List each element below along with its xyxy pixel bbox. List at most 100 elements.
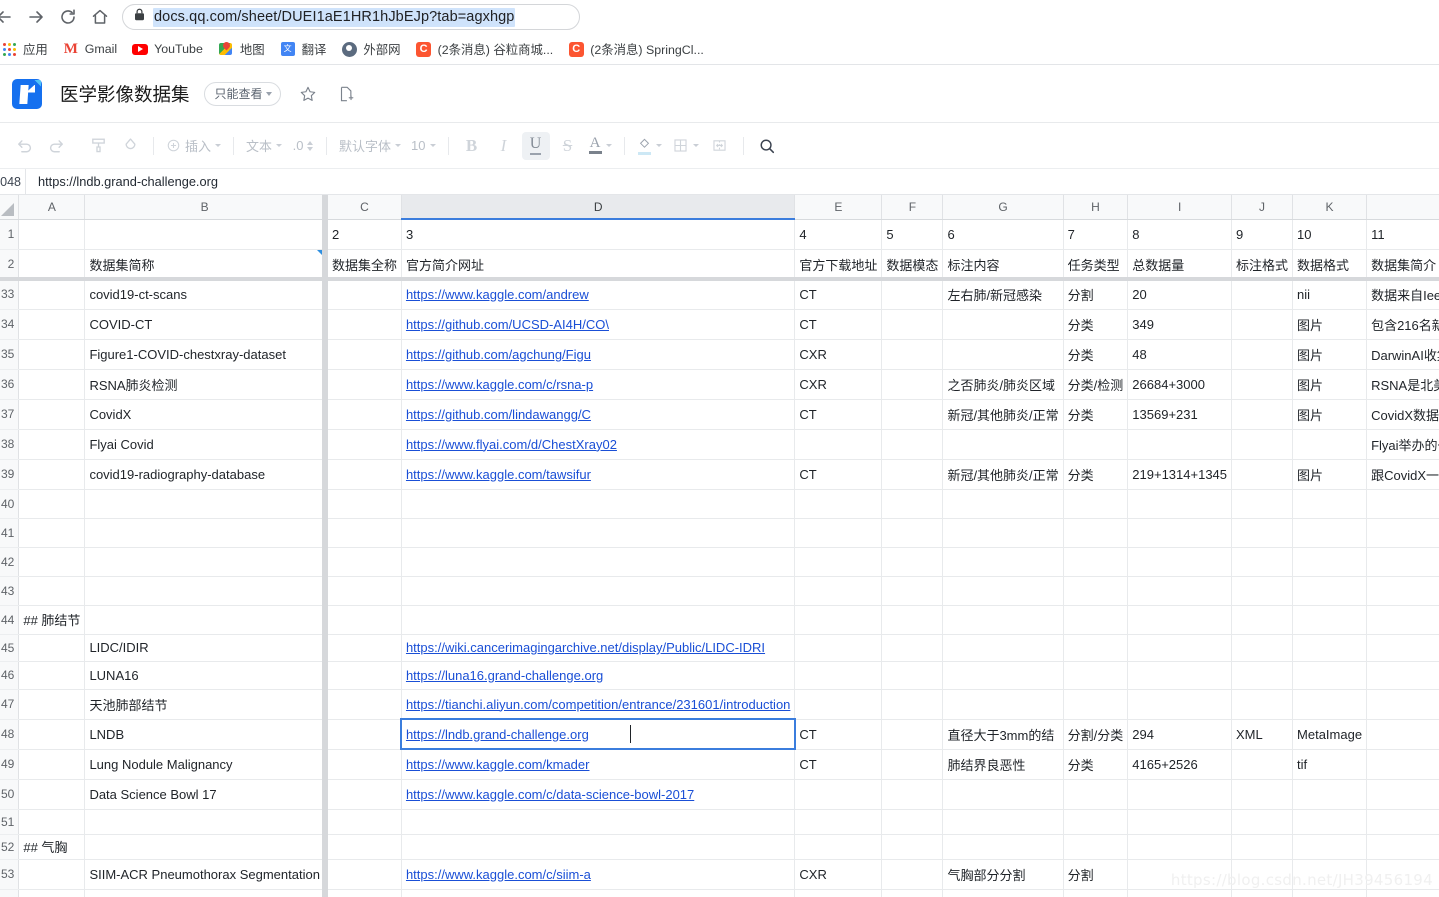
grid-cell-B47[interactable]: 天池肺部结节 <box>84 689 328 720</box>
grid-cell-C52[interactable] <box>325 834 402 860</box>
grid-cell-E54[interactable] <box>794 889 883 897</box>
grid-cell-B40[interactable] <box>84 489 328 519</box>
cell-link[interactable]: https://lndb.grand-challenge.org <box>406 727 589 742</box>
grid-cell-D46[interactable]: https://luna16.grand-challenge.org <box>401 661 796 690</box>
grid-cell-A35[interactable] <box>18 339 86 370</box>
grid-cell-C2[interactable]: 数据集全称 <box>325 249 402 280</box>
grid-cell-E52[interactable] <box>794 834 883 860</box>
grid-cell-D53[interactable]: https://www.kaggle.com/c/siim-a <box>401 859 796 890</box>
grid-cell-K2[interactable]: 数据格式 <box>1292 249 1368 280</box>
grid-cell-B2[interactable]: 数据集简称 <box>84 249 328 280</box>
column-header-D[interactable]: D <box>401 195 796 220</box>
grid-cell-A33[interactable] <box>18 279 86 310</box>
grid-cell-L54[interactable] <box>1366 889 1439 897</box>
grid-cell-K36[interactable]: 图片 <box>1292 369 1368 400</box>
grid-cell-G41[interactable] <box>942 518 1064 548</box>
grid-cell-F50[interactable] <box>881 779 944 810</box>
grid-cell-I45[interactable] <box>1127 634 1233 662</box>
grid-cell-A51[interactable] <box>18 809 86 835</box>
grid-cell-H51[interactable] <box>1063 809 1129 835</box>
grid-cell-F54[interactable] <box>881 889 944 897</box>
grid-cell-K39[interactable]: 图片 <box>1292 459 1368 490</box>
grid-cell-J52[interactable] <box>1231 834 1294 860</box>
grid-cell-D47[interactable]: https://tianchi.aliyun.com/competition/e… <box>401 689 796 720</box>
grid-cell-K43[interactable] <box>1292 576 1368 606</box>
permission-badge[interactable]: 只能查看 <box>203 81 281 106</box>
grid-cell-E47[interactable] <box>794 689 883 720</box>
grid-cell-C38[interactable] <box>325 429 402 460</box>
row-header-51[interactable]: 51 <box>0 809 20 835</box>
grid-cell-L48[interactable] <box>1366 719 1439 750</box>
grid-cell-B43[interactable] <box>84 576 328 606</box>
grid-cell-H42[interactable] <box>1063 547 1129 577</box>
grid-cell-G52[interactable] <box>942 834 1064 860</box>
grid-cell-H49[interactable]: 分类 <box>1063 749 1129 780</box>
grid-cell-L45[interactable] <box>1366 634 1439 662</box>
grid-cell-J39[interactable] <box>1231 459 1294 490</box>
grid-cell-F51[interactable] <box>881 809 944 835</box>
grid-cell-D41[interactable] <box>401 518 796 548</box>
search-icon[interactable] <box>753 132 781 160</box>
row-header-44[interactable]: 44 <box>0 605 20 635</box>
bookmark-csdn-1[interactable]: C (2条消息) 谷粒商城... <box>409 37 561 61</box>
grid-cell-I51[interactable] <box>1127 809 1233 835</box>
grid-cell-C37[interactable] <box>325 399 402 430</box>
cell-link[interactable]: https://tianchi.aliyun.com/competition/e… <box>406 697 790 712</box>
grid-cell-J53[interactable] <box>1231 859 1294 890</box>
grid-cell-D50[interactable]: https://www.kaggle.com/c/data-science-bo… <box>401 779 796 810</box>
grid-cell-G49[interactable]: 肺结界良恶性 <box>942 749 1064 780</box>
grid-cell-I54[interactable] <box>1127 889 1233 897</box>
grid-cell-F34[interactable] <box>881 309 944 340</box>
grid-cell-J38[interactable] <box>1231 429 1294 460</box>
grid-cell-E34[interactable]: CT <box>794 309 883 340</box>
text-color-button[interactable]: A <box>586 132 615 160</box>
grid-cell-I39[interactable]: 219+1314+1345 <box>1127 459 1233 490</box>
cell-link[interactable]: https://github.com/lindawangg/C <box>406 407 591 422</box>
grid-cell-K34[interactable]: 图片 <box>1292 309 1368 340</box>
bookmark-apps[interactable]: 应用 <box>0 37 55 61</box>
grid-cell-L44[interactable] <box>1366 605 1439 635</box>
grid-cell-A49[interactable] <box>18 749 86 780</box>
insert-button[interactable]: 插入 <box>163 132 224 160</box>
grid-cell-B54[interactable] <box>84 889 328 897</box>
grid-cell-I48[interactable]: 294 <box>1127 719 1233 750</box>
cell-link[interactable]: https://www.kaggle.com/tawsifur <box>406 467 591 482</box>
grid-cell-C50[interactable] <box>325 779 402 810</box>
grid-cell-G51[interactable] <box>942 809 1064 835</box>
grid-cell-D51[interactable] <box>401 809 796 835</box>
underline-button[interactable]: U <box>521 131 550 160</box>
grid-cell-C54[interactable] <box>325 889 402 897</box>
grid-cell-J1[interactable]: 9 <box>1231 219 1294 250</box>
grid-cell-A40[interactable] <box>18 489 86 519</box>
grid-cell-C35[interactable] <box>325 339 402 370</box>
grid-cell-E1[interactable]: 4 <box>794 219 883 250</box>
grid-cell-A42[interactable] <box>18 547 86 577</box>
grid-cell-K53[interactable] <box>1292 859 1368 890</box>
grid-cell-B42[interactable] <box>84 547 328 577</box>
row-header-40[interactable]: 40 <box>0 489 20 519</box>
grid-cell-J37[interactable] <box>1231 399 1294 430</box>
grid-cell-J51[interactable] <box>1231 809 1294 835</box>
borders-icon[interactable] <box>669 132 702 160</box>
grid-cell-A39[interactable] <box>18 459 86 490</box>
grid-cell-A37[interactable] <box>18 399 86 430</box>
grid-cell-C34[interactable] <box>325 309 402 340</box>
column-header-H[interactable]: H <box>1063 195 1129 220</box>
format-painter-icon[interactable] <box>84 132 112 160</box>
back-arrow-icon[interactable] <box>0 1 20 33</box>
grid-cell-B36[interactable]: RSNA肺炎检测 <box>84 369 328 400</box>
grid-cell-I2[interactable]: 总数据量 <box>1127 249 1233 280</box>
grid-cell-C33[interactable] <box>325 279 402 310</box>
cell-link[interactable]: https://www.kaggle.com/andrew <box>406 287 589 302</box>
grid-cell-B1[interactable] <box>84 219 328 250</box>
grid-cell-H47[interactable] <box>1063 689 1129 720</box>
grid-cell-I46[interactable] <box>1127 661 1233 690</box>
grid-cell-K50[interactable] <box>1292 779 1368 810</box>
grid-cell-I50[interactable] <box>1127 779 1233 810</box>
grid-cell-H45[interactable] <box>1063 634 1129 662</box>
grid-cell-H41[interactable] <box>1063 518 1129 548</box>
cell-link[interactable]: https://wiki.cancerimagingarchive.net/di… <box>406 640 765 655</box>
grid-cell-B44[interactable] <box>84 605 328 635</box>
grid-cell-I1[interactable]: 8 <box>1127 219 1233 250</box>
grid-cell-G40[interactable] <box>942 489 1064 519</box>
